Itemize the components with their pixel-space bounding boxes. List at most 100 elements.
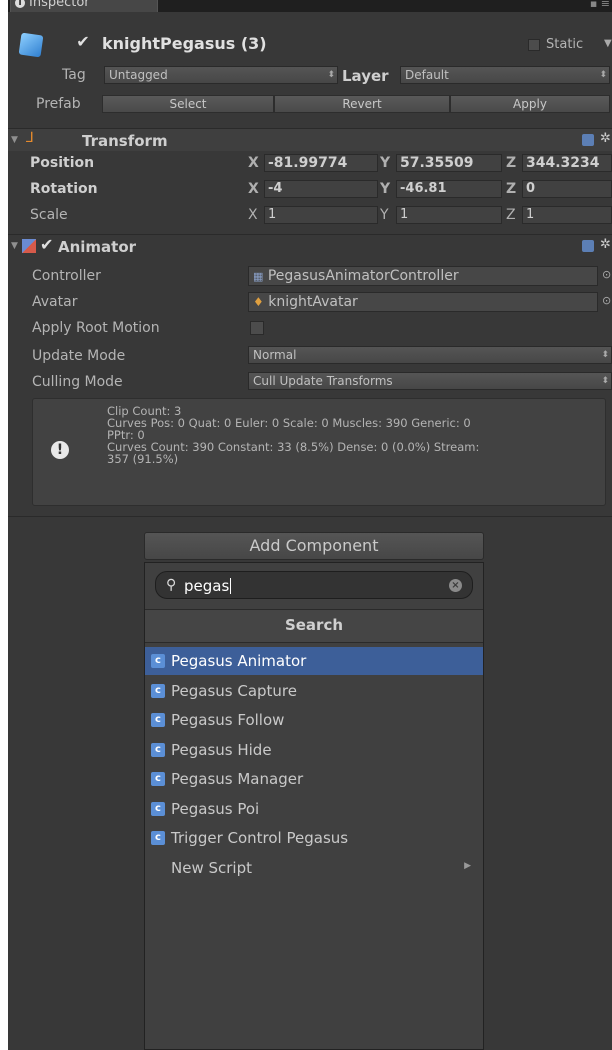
animator-header[interactable]: ▼ ✔ Animator ✲ [8, 234, 612, 257]
update-mode-dropdown[interactable]: Normal ⬍ [248, 346, 612, 364]
scale-label: Scale [30, 207, 68, 223]
animator-enabled-checkbox[interactable]: ✔ [40, 235, 53, 254]
controller-field[interactable]: ▦ PegasusAnimatorController [248, 266, 598, 286]
script-icon: c [151, 654, 165, 668]
tag-dropdown[interactable]: Untagged ⬍ [104, 66, 338, 84]
add-component-popup: ⚲ pegas × Search c Pegasus Animator c Pe… [144, 562, 484, 1050]
search-icon: ⚲ [166, 577, 177, 593]
component-item[interactable]: c Pegasus Capture [145, 677, 483, 705]
component-item-label: Pegasus Animator [171, 652, 307, 670]
prefab-revert-button[interactable]: Revert [274, 95, 450, 113]
search-results-header: Search [145, 609, 483, 643]
scale-z-field[interactable]: 1 [522, 206, 612, 224]
gear-icon[interactable]: ✲ [600, 237, 611, 252]
script-icon: c [151, 831, 165, 845]
rotation-x-field[interactable]: -4 [264, 180, 378, 198]
prefab-label: Prefab [36, 96, 81, 112]
layer-label: Layer [342, 67, 389, 85]
component-item-label: Pegasus Hide [171, 741, 272, 759]
layer-value: Default [405, 68, 449, 82]
component-search-input[interactable]: ⚲ pegas × [155, 571, 473, 599]
foldout-arrow-icon[interactable]: ▼ [11, 135, 18, 145]
tab-bar: i Inspector ▪ ≡ [8, 0, 612, 12]
avatar-label: Avatar [32, 294, 78, 310]
component-item-label: Pegasus Poi [171, 800, 260, 818]
component-item[interactable]: c Trigger Control Pegasus [145, 824, 483, 852]
scale-x-axis: X [248, 207, 258, 223]
scale-x-field[interactable]: 1 [264, 206, 378, 224]
object-picker-icon[interactable]: ⊙ [602, 268, 611, 281]
component-item[interactable]: c Pegasus Poi [145, 795, 483, 823]
active-checkbox[interactable]: ✔ [76, 34, 90, 50]
component-item[interactable]: c Pegasus Manager [145, 765, 483, 793]
object-name-field[interactable]: knightPegasus (3) [102, 34, 267, 53]
static-dropdown-icon[interactable]: ▼ [604, 38, 612, 49]
component-item[interactable]: c Pegasus Follow [145, 706, 483, 734]
scale-y-field[interactable]: 1 [396, 206, 502, 224]
prefab-select-button[interactable]: Select [102, 95, 274, 113]
script-icon: c [151, 684, 165, 698]
rotation-z-axis: Z [506, 181, 517, 197]
add-component-button[interactable]: Add Component [144, 532, 484, 560]
chevron-down-icon: ⬍ [601, 350, 609, 360]
tag-value: Untagged [109, 68, 168, 82]
rotation-x-axis: X [248, 181, 259, 197]
position-label: Position [30, 155, 95, 171]
rotation-y-field[interactable]: -46.81 [396, 180, 502, 198]
component-item[interactable]: c Pegasus Animator [145, 647, 483, 675]
avatar-field[interactable]: ♦ knightAvatar [248, 292, 598, 312]
transform-title: Transform [82, 132, 168, 150]
scale-y-axis: Y [380, 207, 389, 223]
layer-dropdown[interactable]: Default ⬍ [400, 66, 610, 84]
position-z-field[interactable]: 344.3234 [522, 154, 612, 172]
help-icon[interactable] [582, 240, 594, 252]
warning-icon: ! [51, 441, 69, 459]
update-mode-value: Normal [253, 348, 297, 362]
position-y-field[interactable]: 57.35509 [396, 154, 502, 172]
component-item-label: Pegasus Capture [171, 682, 297, 700]
help-icon[interactable] [582, 134, 594, 146]
controller-label: Controller [32, 268, 101, 284]
lock-menu-icon[interactable]: ▪ ≡ [590, 0, 610, 10]
rotation-y-axis: Y [380, 181, 391, 197]
position-z-axis: Z [506, 155, 517, 171]
search-text: pegas [184, 577, 230, 595]
component-item-label: Pegasus Manager [171, 770, 304, 788]
culling-mode-label: Culling Mode [32, 374, 123, 390]
info-line: Curves Pos: 0 Quat: 0 Euler: 0 Scale: 0 … [107, 416, 471, 430]
submenu-arrow-icon: ▶ [464, 861, 471, 871]
avatar-icon: ♦ [253, 295, 264, 309]
position-x-field[interactable]: -81.99774 [264, 154, 378, 172]
static-checkbox[interactable] [528, 39, 540, 51]
clear-search-icon[interactable]: × [449, 579, 462, 592]
root-motion-checkbox[interactable] [250, 321, 264, 335]
static-label: Static [546, 37, 584, 52]
rotation-label: Rotation [30, 181, 98, 197]
foldout-arrow-icon[interactable]: ▼ [11, 241, 18, 251]
transform-header[interactable]: ▼ ⅃ Transform ✲ [8, 128, 612, 151]
root-motion-label: Apply Root Motion [32, 320, 160, 336]
script-icon: c [151, 743, 165, 757]
component-item[interactable]: c Pegasus Hide [145, 736, 483, 764]
controller-value: PegasusAnimatorController [267, 268, 459, 284]
component-item-label: New Script [171, 859, 252, 877]
scale-z-axis: Z [506, 207, 516, 223]
script-icon: c [151, 772, 165, 786]
animator-info-box: ! Clip Count: 3 Curves Pos: 0 Quat: 0 Eu… [32, 398, 606, 506]
info-line: 357 (91.5%) [107, 452, 179, 466]
divider [8, 516, 612, 517]
position-y-axis: Y [380, 155, 391, 171]
new-script-item[interactable]: New Script ▶ [145, 854, 483, 882]
search-query: pegas [184, 577, 232, 595]
tag-label: Tag [62, 67, 86, 83]
culling-mode-value: Cull Update Transforms [253, 374, 393, 388]
text-caret [230, 578, 232, 594]
avatar-value: knightAvatar [268, 294, 358, 310]
script-icon: c [151, 802, 165, 816]
tab-inspector[interactable]: i Inspector [10, 0, 158, 12]
prefab-apply-button[interactable]: Apply [450, 95, 610, 113]
object-picker-icon[interactable]: ⊙ [602, 294, 611, 307]
rotation-z-field[interactable]: 0 [522, 180, 612, 198]
gear-icon[interactable]: ✲ [600, 131, 611, 146]
culling-mode-dropdown[interactable]: Cull Update Transforms ⬍ [248, 372, 612, 390]
